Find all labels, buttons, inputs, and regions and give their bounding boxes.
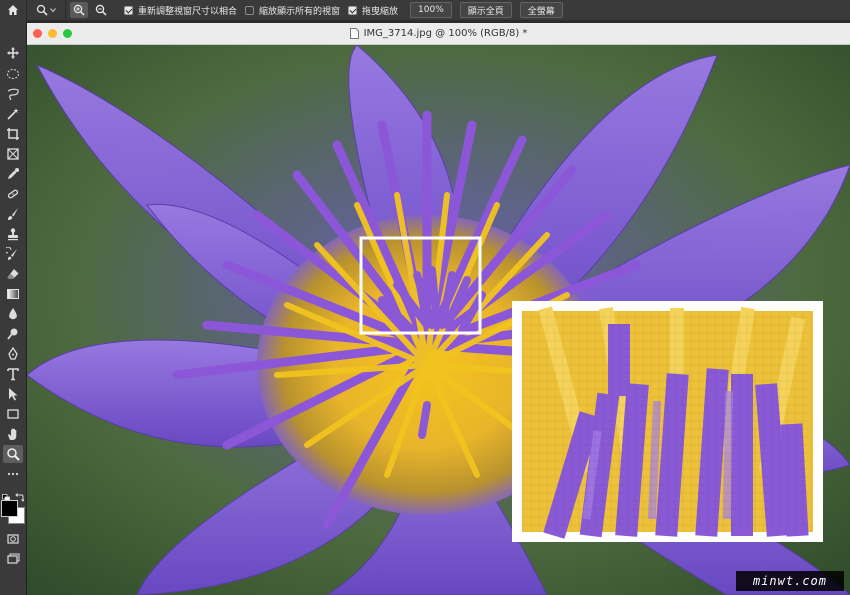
healing-brush-tool[interactable] — [3, 185, 23, 203]
lasso-tool[interactable] — [3, 85, 23, 103]
type-tool[interactable] — [3, 365, 23, 383]
options-bar: 重新調整視窗尺寸以相合 縮放顯示所有的視窗 拖曳縮放 100% 顯示全頁 全螢幕 — [0, 0, 850, 20]
marquee-tool[interactable] — [3, 65, 23, 83]
more-tools-button[interactable] — [3, 465, 23, 483]
home-button[interactable] — [0, 0, 27, 20]
magic-wand-tool[interactable] — [3, 105, 23, 123]
path-selection-icon — [9, 388, 18, 401]
scrubby-zoom-checkbox[interactable]: 拖曳縮放 — [348, 4, 398, 17]
rectangle-tool[interactable] — [3, 405, 23, 423]
eraser-tool[interactable] — [3, 265, 23, 283]
water-lily-photo — [27, 45, 850, 595]
document-title: IMG_3714.jpg @ 100% (RGB/8) * — [27, 23, 850, 44]
zoom-all-windows-checkbox[interactable]: 縮放顯示所有的視窗 — [245, 4, 340, 17]
hand-tool[interactable] — [3, 425, 23, 443]
watermark: minwt.com — [736, 571, 844, 591]
lasso-icon — [7, 88, 19, 101]
screen-mode-button[interactable] — [3, 550, 23, 568]
blur-icon — [9, 308, 17, 320]
checkbox-box[interactable] — [124, 5, 133, 15]
path-selection-tool[interactable] — [3, 385, 23, 403]
home-icon — [8, 5, 18, 15]
checkbox-label: 重新調整視窗尺寸以相合 — [138, 6, 238, 17]
brush-tool[interactable] — [3, 205, 23, 223]
frame-tool[interactable] — [3, 145, 23, 163]
zoom-100-button[interactable]: 100% — [410, 2, 452, 18]
image-canvas[interactable] — [27, 45, 850, 595]
zoom-out-icon — [95, 4, 107, 16]
eyedropper-tool[interactable] — [3, 165, 23, 183]
blur-tool[interactable] — [3, 305, 23, 323]
pen-tool[interactable] — [3, 345, 23, 363]
document-title-bar: IMG_3714.jpg @ 100% (RGB/8) * — [27, 23, 850, 45]
pen-icon — [8, 347, 18, 360]
checkbox-label: 拖曳縮放 — [362, 6, 399, 17]
dodge-tool[interactable] — [3, 325, 23, 343]
fill-screen-button[interactable]: 全螢幕 — [519, 2, 563, 18]
checkbox-label: 縮放顯示所有的視窗 — [259, 6, 341, 17]
tools-panel — [0, 20, 27, 595]
hand-icon — [8, 428, 17, 440]
resize-windows-checkbox[interactable]: 重新調整視窗尺寸以相合 — [124, 4, 237, 17]
gradient-tool[interactable] — [3, 285, 23, 303]
swap-colors-button[interactable] — [15, 487, 25, 502]
stamp-icon — [8, 228, 18, 241]
eraser-icon — [7, 269, 19, 279]
stamp-tool[interactable] — [3, 225, 23, 243]
magic-wand-icon — [7, 108, 19, 120]
quick-mask-icon — [7, 534, 19, 544]
dodge-icon — [7, 328, 18, 340]
document-icon — [349, 28, 359, 39]
zoom-tool-icon — [36, 4, 48, 16]
frame-icon — [7, 148, 19, 160]
zoom-in-icon — [73, 4, 85, 16]
screen-mode-icon — [7, 553, 20, 564]
type-icon — [7, 368, 19, 381]
crop-tool[interactable] — [3, 125, 23, 143]
document-window: IMG_3714.jpg @ 100% (RGB/8) * — [27, 23, 850, 595]
more-tools-icon — [7, 472, 19, 476]
zoom-out-button[interactable] — [92, 2, 110, 18]
healing-brush-icon — [7, 189, 19, 199]
eyedropper-icon — [8, 168, 19, 179]
move-tool[interactable] — [3, 44, 23, 62]
checkbox-box[interactable] — [245, 5, 255, 15]
zoom-icon — [7, 448, 20, 461]
zoom-in-button[interactable] — [70, 2, 88, 18]
gradient-icon — [7, 289, 19, 299]
fit-screen-button[interactable]: 顯示全頁 — [459, 2, 512, 18]
brush-icon — [8, 208, 18, 220]
zoom-tool[interactable] — [3, 445, 23, 463]
foreground-color[interactable] — [1, 500, 18, 517]
document-title-text: IMG_3714.jpg @ 100% (RGB/8) * — [363, 28, 528, 39]
chevron-down-icon — [50, 8, 56, 13]
checkbox-box[interactable] — [348, 5, 358, 15]
history-brush-icon — [6, 247, 17, 260]
move-icon — [7, 47, 19, 59]
marquee-icon — [7, 69, 19, 79]
magnified-inset — [512, 301, 823, 542]
tool-preset-picker[interactable] — [27, 0, 66, 20]
rectangle-icon — [7, 409, 19, 419]
quick-mask-button[interactable] — [3, 530, 23, 548]
default-colors-button[interactable] — [2, 487, 10, 502]
crop-icon — [7, 128, 19, 140]
history-brush-tool[interactable] — [3, 245, 23, 263]
